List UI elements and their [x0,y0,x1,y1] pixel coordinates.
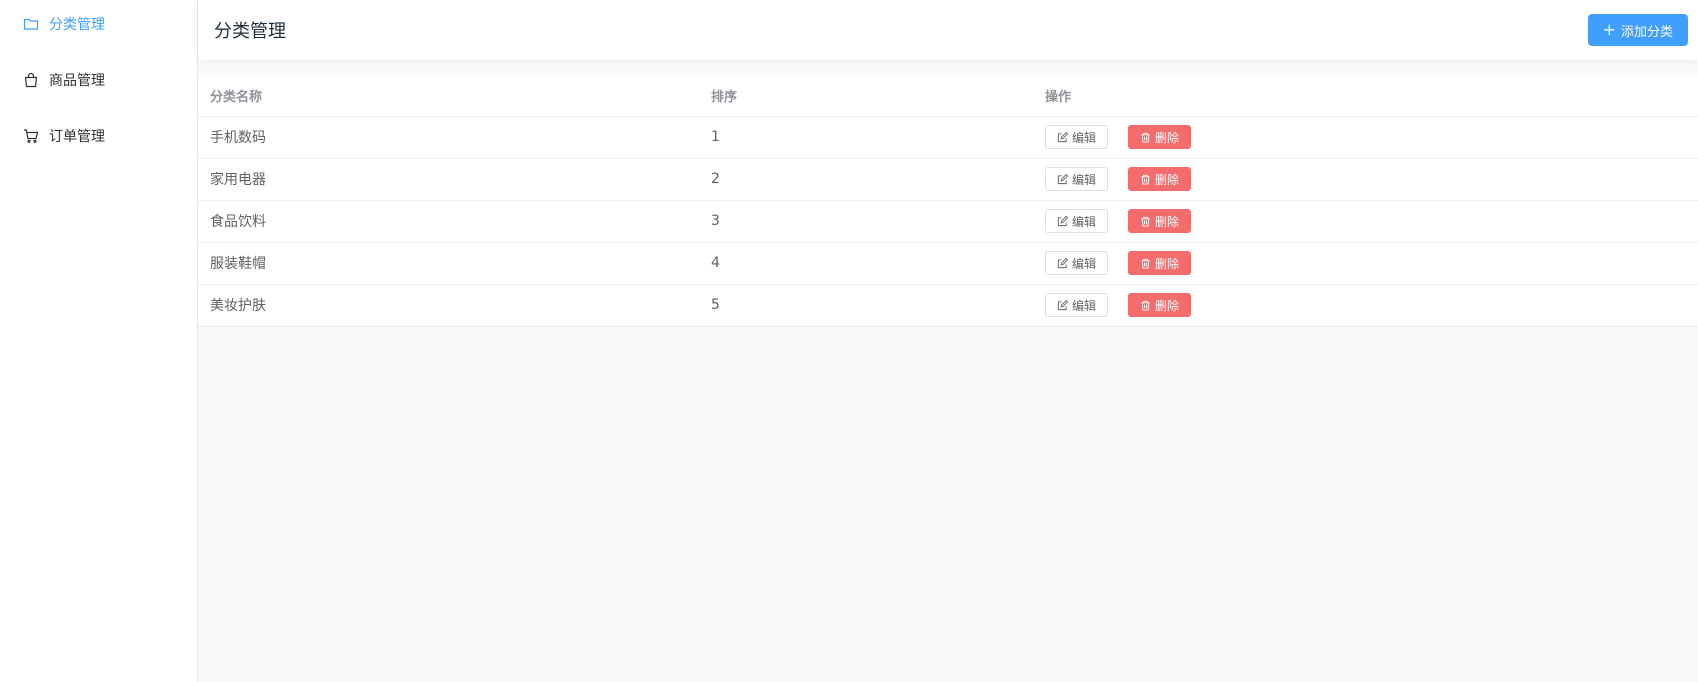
add-category-label: 添加分类 [1620,24,1673,40]
edit-label: 编辑 [1072,130,1097,145]
edit-icon [1057,299,1068,311]
delete-label: 删除 [1155,298,1180,313]
actions-cell: 编辑 删除 [1033,284,1698,327]
sidebar-item-label: 分类管理 [49,17,105,33]
trash-icon [1140,216,1151,227]
edit-label: 编辑 [1072,256,1097,271]
row-actions: 编辑 删除 [1045,117,1686,158]
add-category-button[interactable]: + 添加分类 [1587,14,1688,46]
category-name-cell: 食品饮料 [198,200,699,243]
edit-button[interactable]: 编辑 [1045,209,1109,233]
shopping-cart-icon [22,127,40,145]
trash-icon [1140,258,1151,269]
trash-icon [1140,300,1151,311]
category-name-cell: 手机数码 [198,116,699,159]
edit-label: 编辑 [1072,298,1097,313]
shopping-bag-icon [22,71,40,89]
row-actions: 编辑 删除 [1045,285,1686,326]
edit-button[interactable]: 编辑 [1045,167,1109,191]
edit-label: 编辑 [1072,214,1097,229]
trash-icon [1140,132,1151,143]
row-actions: 编辑 删除 [1045,159,1686,200]
category-table: 分类名称 排序 操作 手机数码 1 编辑 删除 家用电器 2 编辑 删除 食品饮… [198,75,1698,327]
table-row: 手机数码 1 编辑 删除 [198,116,1698,159]
delete-button[interactable]: 删除 [1128,251,1192,275]
delete-label: 删除 [1155,256,1180,271]
page-title: 分类管理 [214,21,286,42]
delete-button[interactable]: 删除 [1128,209,1192,233]
folder-icon [22,15,40,33]
column-header-name: 分类名称 [198,75,699,117]
actions-cell: 编辑 删除 [1033,242,1698,285]
edit-icon [1057,257,1068,269]
table-row: 服装鞋帽 4 编辑 删除 [198,242,1698,285]
table-row: 美妆护肤 5 编辑 删除 [198,284,1698,327]
column-header-actions: 操作 [1033,75,1698,117]
plus-icon: + [1602,20,1616,39]
page-header: 分类管理 + 添加分类 [198,0,1698,60]
delete-label: 删除 [1155,214,1180,229]
edit-button[interactable]: 编辑 [1045,251,1109,275]
sidebar-item-label: 订单管理 [49,129,105,145]
table-row: 家用电器 2 编辑 删除 [198,158,1698,201]
category-sort-cell: 4 [699,242,1033,285]
sidebar: 分类管理 商品管理 订单管理 [0,0,198,682]
edit-icon [1057,131,1068,143]
edit-label: 编辑 [1072,172,1097,187]
edit-icon [1057,215,1068,227]
actions-cell: 编辑 删除 [1033,200,1698,243]
delete-button[interactable]: 删除 [1128,167,1192,191]
edit-icon [1057,173,1068,185]
category-sort-cell: 5 [699,284,1033,327]
delete-label: 删除 [1155,130,1180,145]
row-actions: 编辑 删除 [1045,243,1686,284]
table-row: 食品饮料 3 编辑 删除 [198,200,1698,243]
category-name-cell: 家用电器 [198,158,699,201]
delete-button[interactable]: 删除 [1128,293,1192,317]
main-content: 分类管理 + 添加分类 分类名称 排序 操作 手机数码 1 编辑 删除 家用电器… [198,0,1698,682]
delete-label: 删除 [1155,172,1180,187]
category-name-cell: 美妆护肤 [198,284,699,327]
app-root: 分类管理 商品管理 订单管理 分类管理 + 添加分类 分类名称 排序 操作 手机… [0,0,1698,682]
category-name-cell: 服装鞋帽 [198,242,699,285]
actions-cell: 编辑 删除 [1033,158,1698,201]
column-header-sort: 排序 [699,75,1033,117]
table-header-row: 分类名称 排序 操作 [198,75,1698,117]
sidebar-item-category[interactable]: 分类管理 [0,10,197,38]
delete-button[interactable]: 删除 [1128,125,1192,149]
edit-button[interactable]: 编辑 [1045,293,1109,317]
row-actions: 编辑 删除 [1045,201,1686,242]
edit-button[interactable]: 编辑 [1045,125,1109,149]
actions-cell: 编辑 删除 [1033,116,1698,159]
category-sort-cell: 1 [699,116,1033,159]
sidebar-item-orders[interactable]: 订单管理 [0,122,197,150]
category-sort-cell: 3 [699,200,1033,243]
sidebar-item-products[interactable]: 商品管理 [0,66,197,94]
trash-icon [1140,174,1151,185]
sidebar-item-label: 商品管理 [49,73,105,89]
category-sort-cell: 2 [699,158,1033,201]
